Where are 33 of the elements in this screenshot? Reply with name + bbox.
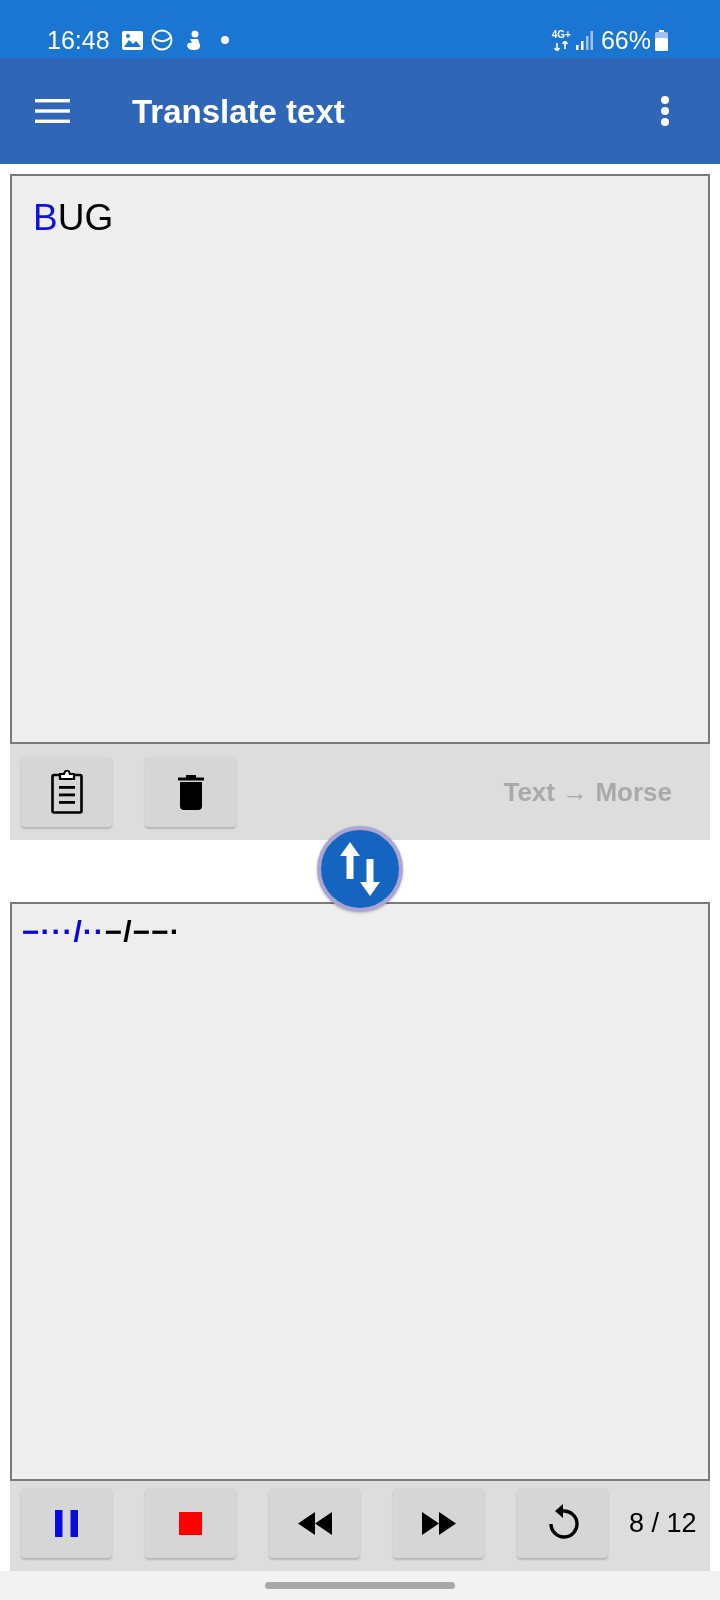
replay-icon	[546, 1504, 579, 1542]
playback-counter: 8 / 12	[629, 1506, 697, 1540]
paste-button[interactable]	[21, 757, 112, 827]
menu-icon[interactable]	[35, 99, 70, 123]
rewind-button[interactable]	[269, 1488, 360, 1558]
delete-button[interactable]	[145, 757, 236, 827]
home-handle[interactable]	[265, 1582, 455, 1589]
stop-button[interactable]	[145, 1488, 236, 1558]
input-text: BUG	[33, 197, 114, 238]
circle-logo-icon	[150, 29, 173, 51]
stop-icon	[179, 1511, 202, 1535]
fast-forward-button[interactable]	[393, 1488, 484, 1558]
text-input-field[interactable]: BUG	[10, 174, 710, 744]
trash-icon	[177, 774, 204, 810]
replay-button[interactable]	[517, 1488, 608, 1558]
pause-button[interactable]	[21, 1488, 112, 1558]
dot-icon	[220, 36, 229, 44]
rewind-icon	[297, 1511, 332, 1535]
signal-icon	[575, 30, 593, 50]
status-time: 16:48	[47, 27, 110, 53]
data-arrows-icon	[554, 40, 569, 51]
fast-forward-icon	[421, 1511, 456, 1535]
person-icon	[184, 29, 203, 51]
morse-text: −···/··−/−−·	[22, 915, 181, 948]
swap-arrows-icon	[340, 842, 380, 896]
app-bar-title: Translate text	[132, 94, 345, 128]
clipboard-icon	[50, 770, 83, 814]
network-type: 4G+	[551, 29, 571, 40]
image-icon	[121, 30, 143, 50]
battery-percent: 66%	[600, 27, 651, 53]
morse-output-field[interactable]: −···/··−/−−·	[10, 902, 710, 1481]
battery-icon	[655, 29, 668, 51]
more-options-icon[interactable]	[660, 96, 670, 126]
